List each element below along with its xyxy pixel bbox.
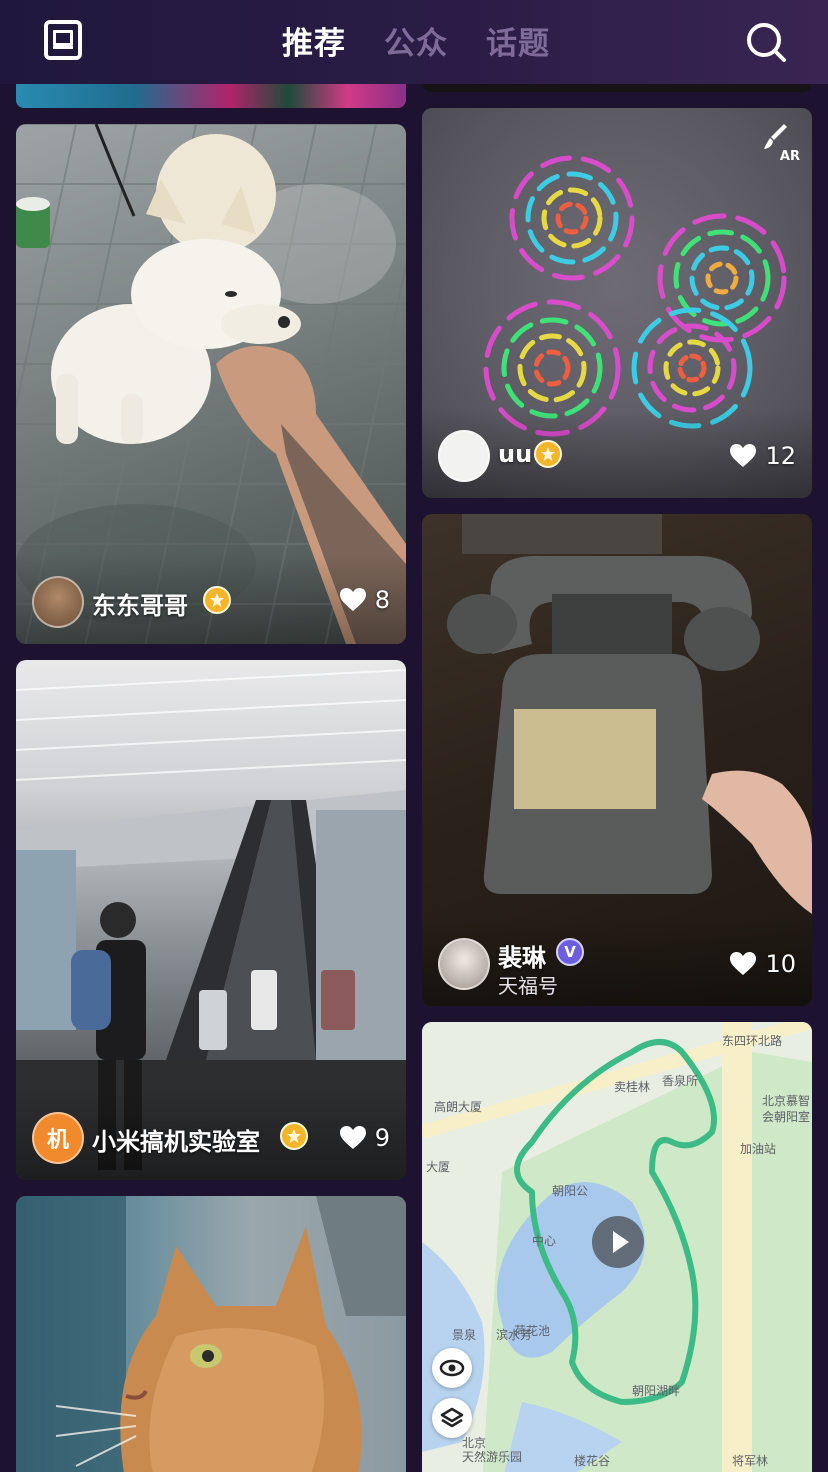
post-card[interactable] xyxy=(16,1196,406,1472)
heart-icon xyxy=(730,952,757,975)
search-icon[interactable] xyxy=(744,20,788,64)
username[interactable]: 裴琳 xyxy=(498,938,546,973)
map-card[interactable]: 东四环北路 高朗大厦 北京慕智 会朝阳室 加油站 卖桂林 香泉所 大厦 朝阳公 … xyxy=(422,1022,812,1472)
layers-icon[interactable] xyxy=(432,1398,472,1438)
map-label: 高朗大厦 xyxy=(434,1100,483,1114)
map-label: 香泉所 xyxy=(662,1074,699,1088)
like-count: 9 xyxy=(374,1124,390,1152)
post-card[interactable]: 机 小米搞机实验室 9 xyxy=(16,660,406,1180)
map-label: 天然游乐园 xyxy=(462,1450,523,1464)
like-button[interactable]: 9 xyxy=(339,1124,390,1152)
username[interactable]: 小米搞机实验室 xyxy=(92,1122,260,1157)
heart-icon xyxy=(730,444,757,467)
avatar[interactable] xyxy=(438,430,490,482)
map-label: 卖桂林 xyxy=(614,1080,651,1094)
tab-recommend[interactable]: 推荐 xyxy=(282,18,346,63)
map-label: 景泉 xyxy=(452,1328,477,1342)
tab-topics[interactable]: 话题 xyxy=(486,18,550,63)
post-card[interactable]: 裴琳 V 天福号 10 xyxy=(422,514,812,1006)
tab-bar: 推荐 公众 话题 xyxy=(282,18,550,63)
post-card[interactable]: 东东哥哥 8 xyxy=(16,124,406,644)
heart-icon xyxy=(339,1126,366,1149)
like-button[interactable]: 8 xyxy=(339,586,390,614)
like-count: 8 xyxy=(374,586,390,614)
map-label: 加油站 xyxy=(740,1142,777,1156)
eye-icon[interactable] xyxy=(432,1348,472,1388)
like-count: 10 xyxy=(765,950,796,978)
menu-icon[interactable] xyxy=(44,20,82,60)
map-label: 中心 xyxy=(532,1234,557,1248)
post-card[interactable]: AR uu 12 xyxy=(422,108,812,498)
heart-icon xyxy=(339,588,366,611)
username[interactable]: 东东哥哥 xyxy=(92,586,188,621)
previous-card-peek[interactable] xyxy=(16,82,406,108)
avatar[interactable] xyxy=(32,576,84,628)
map-label: 北京慕智 xyxy=(762,1094,811,1108)
map-label: 朝阳公 xyxy=(552,1184,589,1198)
map-label: 朝阳湖畔 xyxy=(632,1384,681,1398)
map-label: 楼花谷 xyxy=(574,1454,611,1468)
tab-public[interactable]: 公众 xyxy=(384,18,448,63)
like-button[interactable]: 10 xyxy=(729,950,796,978)
user-subtitle: 天福号 xyxy=(498,974,558,998)
gold-badge-icon xyxy=(203,586,231,614)
play-button[interactable] xyxy=(592,1216,644,1268)
username[interactable]: uu xyxy=(498,440,532,468)
like-button[interactable]: 12 xyxy=(729,442,796,470)
map-label: 东四环北路 xyxy=(722,1034,783,1048)
map-label: 将军林 xyxy=(732,1454,769,1468)
ar-label: AR xyxy=(779,149,800,164)
map-label: 滨水芳 xyxy=(496,1328,533,1342)
cat-photo xyxy=(16,1196,406,1472)
gold-badge-icon xyxy=(534,440,562,468)
avatar[interactable] xyxy=(438,938,490,990)
gold-badge-icon xyxy=(280,1122,308,1150)
avatar-text: 机 xyxy=(46,1128,69,1153)
map-label: 会朝阳室 xyxy=(762,1110,811,1124)
verified-badge-icon: V xyxy=(556,938,584,966)
map-label: 大厦 xyxy=(426,1160,451,1174)
ar-brush-icon[interactable]: AR xyxy=(760,122,800,164)
like-count: 12 xyxy=(765,442,796,470)
top-bar: 推荐 公众 话题 xyxy=(0,0,828,84)
avatar[interactable]: 机 xyxy=(32,1112,84,1164)
